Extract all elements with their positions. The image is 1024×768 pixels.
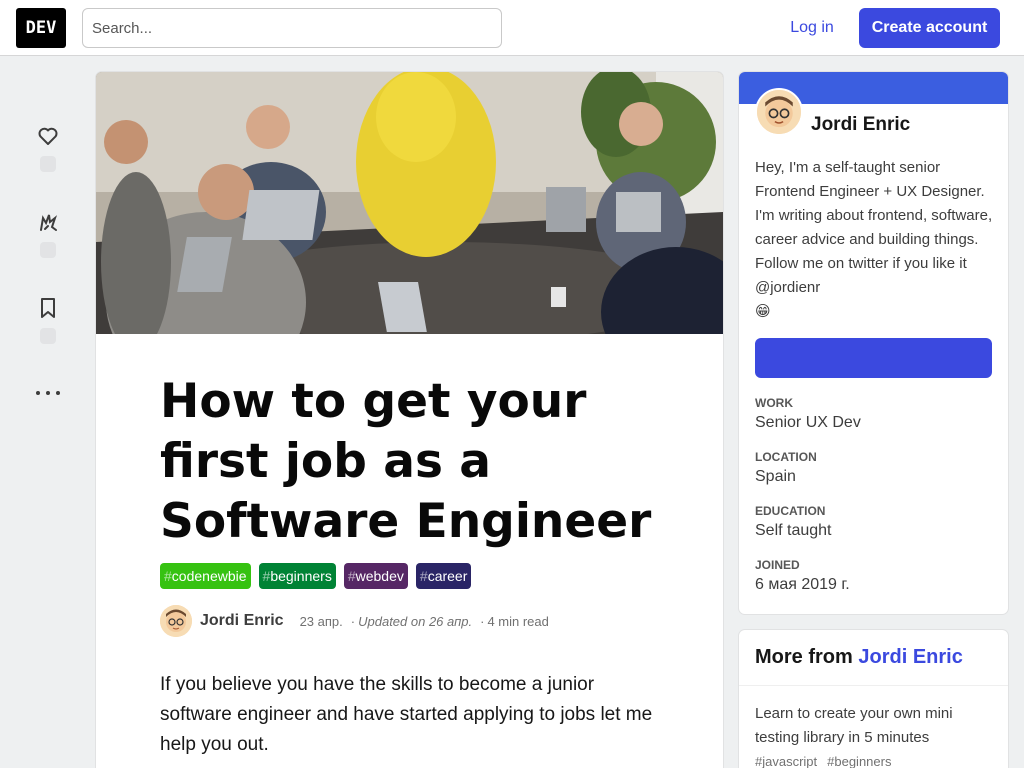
author-name[interactable]: Jordi Enric <box>200 612 284 630</box>
article-card: How to get your first job as a Software … <box>96 72 723 768</box>
more-from-item-tags: #javascript #beginners <box>755 754 892 768</box>
grin-emoji: 😁 <box>755 303 771 320</box>
search-input[interactable] <box>82 8 502 48</box>
dev-logo[interactable]: DEV <box>16 8 66 48</box>
read-time: 4 min read <box>487 613 549 629</box>
author-avatar[interactable] <box>160 605 192 637</box>
bookmark-icon <box>41 298 55 318</box>
unicorn-reaction[interactable] <box>28 210 68 258</box>
article-meta: Jordi Enric 23 апр. · Updated on 26 апр.… <box>160 605 549 637</box>
more-from-heading: More from Jordi Enric <box>739 630 1008 686</box>
updated-date: Updated on 26 апр. <box>358 613 473 629</box>
heart-icon <box>38 127 58 145</box>
location-field: Location Spain <box>755 450 817 485</box>
save-reaction[interactable] <box>28 296 68 344</box>
separator-dot: · <box>350 613 356 629</box>
profile-avatar[interactable] <box>755 88 803 136</box>
follow-button[interactable] <box>755 338 992 378</box>
more-dots-icon[interactable] <box>36 385 60 401</box>
more-from-author: More from Jordi Enric Learn to create yo… <box>739 630 1008 768</box>
tag-webdev[interactable]: # webdev <box>343 563 408 589</box>
tag-list: # codenewbie # beginners # webdev # career <box>160 563 472 589</box>
tag-beginners[interactable]: # beginners <box>258 563 336 589</box>
unicorn-count <box>40 242 56 258</box>
top-navbar: DEV Log in Create account <box>0 0 1024 56</box>
more-from-author-link[interactable]: Jordi Enric <box>858 646 962 668</box>
profile-name[interactable]: Jordi Enric <box>811 114 910 136</box>
cover-image <box>96 72 723 334</box>
education-field: Education Self taught <box>755 504 832 539</box>
article-title: How to get your first job as a Software … <box>160 374 652 549</box>
login-link[interactable]: Log in <box>778 8 846 48</box>
like-count <box>40 156 56 172</box>
more-from-item[interactable]: Learn to create your own mini testing li… <box>739 686 1008 750</box>
create-account-button[interactable]: Create account <box>859 8 1000 48</box>
tag-career[interactable]: # career <box>415 563 472 589</box>
profile-bio: Hey, I'm a self-taught senior Frontend E… <box>755 159 993 320</box>
tag-codenewbie[interactable]: # codenewbie <box>160 563 251 589</box>
unicorn-icon <box>40 214 58 231</box>
save-count <box>40 328 56 344</box>
author-profile-card: Jordi Enric Hey, I'm a self-taught senio… <box>739 72 1008 614</box>
post-date: 23 апр. <box>299 613 343 629</box>
work-field: Work Senior UX Dev <box>755 396 861 431</box>
joined-field: Joined 6 мая 2019 г. <box>755 558 850 593</box>
like-reaction[interactable] <box>28 124 68 172</box>
separator-dot: · <box>480 613 485 629</box>
article-intro: If you believe you have the skills to be… <box>160 674 653 755</box>
